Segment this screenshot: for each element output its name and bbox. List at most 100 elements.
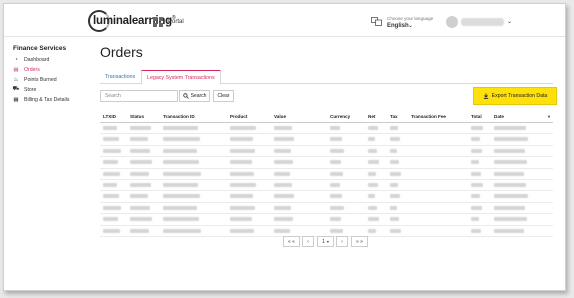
table-row[interactable] bbox=[100, 180, 553, 192]
prev-page-button[interactable]: ‹ bbox=[302, 236, 314, 247]
column-header-status[interactable]: Status bbox=[130, 114, 144, 119]
table-cell-blurred bbox=[230, 205, 255, 210]
column-header-net[interactable]: Net bbox=[368, 114, 375, 119]
column-header-total[interactable]: Total bbox=[471, 114, 482, 119]
table-cell-blurred bbox=[330, 205, 344, 210]
table-cell-blurred bbox=[274, 126, 292, 130]
sidebar-item-label: Dashboard bbox=[24, 56, 50, 63]
column-header-currency[interactable]: Currency bbox=[330, 114, 350, 119]
table-cell-blurred bbox=[368, 182, 378, 187]
user-menu-chevron-icon[interactable]: ⌄ bbox=[507, 18, 512, 25]
table-cell-blurred bbox=[230, 217, 252, 222]
search-button[interactable]: Search bbox=[179, 90, 210, 102]
table-cell-blurred bbox=[274, 205, 291, 210]
table-cell-blurred bbox=[330, 228, 343, 233]
table-body bbox=[100, 123, 553, 237]
table-row[interactable] bbox=[100, 214, 553, 226]
table-row[interactable] bbox=[100, 191, 553, 203]
search-input[interactable] bbox=[100, 90, 178, 102]
table-row[interactable] bbox=[100, 203, 553, 215]
column-header-tax[interactable]: Tax bbox=[390, 114, 398, 119]
table-cell-blurred bbox=[494, 194, 528, 199]
first-page-button[interactable]: « « bbox=[283, 236, 300, 247]
table-cell-blurred bbox=[390, 171, 401, 176]
sidebar-item-label: Points Burned bbox=[24, 76, 57, 83]
table-row[interactable] bbox=[100, 123, 553, 135]
table-cell-blurred bbox=[230, 194, 253, 199]
sidebar-item-label: Store bbox=[24, 86, 37, 93]
fire-icon: ♨ bbox=[13, 76, 19, 83]
clear-button[interactable]: Clear bbox=[213, 90, 234, 102]
table-cell-blurred bbox=[130, 137, 148, 142]
table-row[interactable] bbox=[100, 169, 553, 180]
download-icon bbox=[483, 93, 488, 99]
page-select[interactable]: 1 ▾ bbox=[317, 236, 334, 247]
table-header: LTXID Status Transaction ID Product Valu… bbox=[100, 112, 553, 123]
next-page-button[interactable]: › bbox=[336, 236, 348, 247]
table-row[interactable] bbox=[100, 157, 553, 169]
page-title: Orders bbox=[100, 44, 143, 60]
export-button-label: Export Transaction Data bbox=[491, 93, 548, 99]
column-header-product[interactable]: Product bbox=[230, 114, 247, 119]
table-cell-blurred bbox=[230, 228, 254, 233]
table-cell-blurred bbox=[494, 148, 525, 153]
table-cell-blurred bbox=[368, 194, 375, 199]
table-cell-blurred bbox=[330, 194, 342, 199]
table-cell-blurred bbox=[230, 182, 256, 187]
table-cell-blurred bbox=[494, 205, 525, 210]
chevron-down-icon[interactable]: ⌄ bbox=[408, 22, 413, 29]
table-cell-blurred bbox=[390, 194, 400, 199]
sort-desc-icon[interactable]: ▼ bbox=[547, 114, 551, 119]
table-cell-blurred bbox=[494, 171, 524, 176]
column-header-ltxid[interactable]: LTXID bbox=[103, 114, 116, 119]
tab-legacy-system-transactions[interactable]: Legacy System Transactions bbox=[141, 70, 221, 85]
sidebar-item-points-burned[interactable]: ♨ Points Burned bbox=[13, 75, 57, 84]
table-cell-blurred bbox=[471, 148, 482, 153]
sidebar-item-dashboard[interactable]: ◔ Dashboard bbox=[13, 55, 49, 64]
last-page-button[interactable]: » » bbox=[351, 236, 368, 247]
column-header-transaction-id[interactable]: Transaction ID bbox=[163, 114, 195, 119]
table-cell-blurred bbox=[330, 126, 340, 130]
language-label: Choose your language bbox=[387, 16, 434, 21]
table-cell-blurred bbox=[494, 126, 526, 130]
sidebar-item-store[interactable]: ⛟ Store bbox=[13, 85, 37, 94]
search-icon bbox=[182, 93, 189, 99]
table-cell-blurred bbox=[130, 148, 150, 153]
table-row[interactable] bbox=[100, 146, 553, 158]
table-cell-blurred bbox=[368, 217, 379, 222]
apps-grid-icon[interactable] bbox=[153, 17, 163, 27]
table-cell-blurred bbox=[494, 160, 527, 165]
table-cell-blurred bbox=[163, 137, 200, 142]
table-cell-blurred bbox=[368, 148, 377, 153]
logo-text: luminalearning® bbox=[93, 15, 176, 27]
table-cell-blurred bbox=[163, 148, 197, 153]
column-header-value[interactable]: Value bbox=[274, 114, 286, 119]
table-cell-blurred bbox=[103, 126, 117, 130]
table-cell-blurred bbox=[130, 217, 152, 222]
sidebar-item-orders[interactable]: ▤ Orders bbox=[13, 65, 39, 74]
table-cell-blurred bbox=[274, 160, 293, 165]
table-cell-blurred bbox=[130, 228, 149, 233]
language-selector[interactable]: English bbox=[387, 23, 409, 29]
column-header-date[interactable]: Date bbox=[494, 114, 504, 119]
table-cell-blurred bbox=[471, 228, 481, 233]
table-row[interactable] bbox=[100, 134, 553, 146]
table-cell-blurred bbox=[103, 160, 118, 165]
avatar[interactable] bbox=[446, 16, 458, 28]
tab-transactions[interactable]: Transactions bbox=[100, 70, 140, 84]
export-transaction-data-button[interactable]: Export Transaction Data bbox=[473, 87, 557, 105]
caret-down-icon: ▾ bbox=[326, 239, 329, 244]
table-cell-blurred bbox=[368, 205, 377, 210]
column-header-transaction-fee[interactable]: Transaction Fee bbox=[411, 114, 446, 119]
table-cell-blurred bbox=[390, 148, 397, 153]
portal-link[interactable]: Portal bbox=[168, 19, 184, 25]
sidebar-item-billing[interactable]: ▦ Billing & Tax Details bbox=[13, 95, 69, 104]
table-cell-blurred bbox=[130, 205, 150, 210]
user-name-blurred[interactable] bbox=[461, 18, 504, 26]
table-cell-blurred bbox=[368, 137, 375, 142]
table-cell-blurred bbox=[230, 126, 256, 130]
table-cell-blurred bbox=[494, 228, 524, 233]
orders-icon: ▤ bbox=[13, 66, 19, 73]
table-cell-blurred bbox=[471, 194, 480, 199]
table-cell-blurred bbox=[390, 126, 398, 130]
